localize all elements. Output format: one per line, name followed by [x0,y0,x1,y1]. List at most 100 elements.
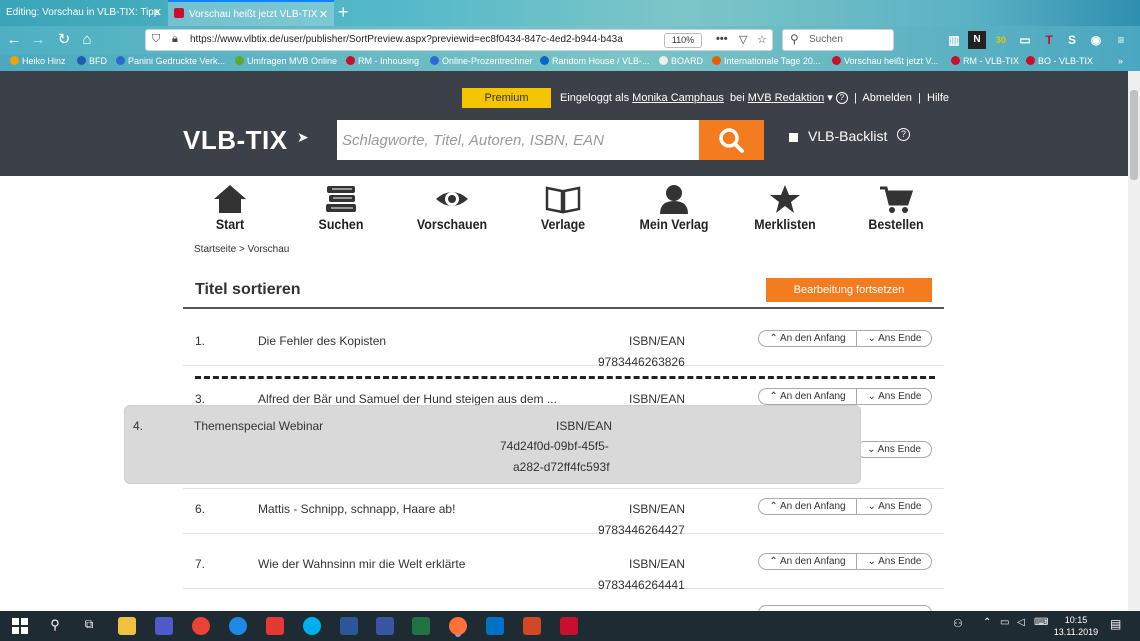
extension-t-icon[interactable]: T [1040,31,1058,49]
bookmark-item[interactable]: BOARD [659,56,703,66]
url-text[interactable]: https://www.vlbtix.de/user/publisher/Sor… [190,34,635,45]
teams-icon[interactable] [155,617,173,635]
windows-start-icon[interactable] [11,617,29,635]
edge-icon[interactable] [229,617,247,635]
bookmark-star-icon[interactable]: ☆ [757,33,767,46]
pocket-icon[interactable]: ▽ [739,33,747,46]
nav-merklisten[interactable]: Merklisten [730,184,840,232]
site-logo[interactable]: VLB-TIX [183,125,288,156]
keyboard-icon[interactable]: ⌨ [1034,617,1052,635]
browser-tab[interactable]: Editing: Vorschau in VLB-TIX: Tipp ✕ [0,0,168,26]
bookmark-item[interactable]: RM - Inhousing [346,56,419,66]
network-icon[interactable]: ▭ [1000,617,1018,635]
more-icon[interactable]: ••• [716,33,728,45]
browser-search-input[interactable]: ⚲ Suchen [782,29,894,51]
volume-icon[interactable]: ◁ [1017,617,1035,635]
extension-n-icon[interactable]: N [968,31,986,49]
help-circle-icon[interactable]: ? [835,92,848,104]
move-to-start-button[interactable]: ⌃ An den Anfang [759,331,857,346]
move-to-end-button[interactable]: ⌄ Ans Ende [857,554,932,569]
word-icon[interactable] [340,617,358,635]
bookmark-item[interactable]: Random House / VLB-... [540,56,650,66]
skype-icon[interactable] [303,617,321,635]
extension-s-icon[interactable]: S [1063,31,1081,49]
move-to-end-button[interactable]: ⌄ Ans Ende [857,389,932,404]
bookmark-item[interactable]: Umfragen MVB Online [235,56,337,66]
premium-badge[interactable]: Premium [462,88,551,108]
bookmark-item[interactable]: BO - VLB-TIX [1026,56,1093,66]
help-link[interactable]: Hilfe [927,92,949,104]
task-view-icon[interactable]: ⧉ [80,617,98,635]
nav-suchen[interactable]: Suchen [286,184,396,232]
row-number: 4. [133,419,144,433]
table-row[interactable]: 7. Wie der Wahnsinn mir die Welt erklärt… [183,533,944,592]
app-icon[interactable] [266,617,284,635]
nav-start[interactable]: Start [175,184,285,232]
new-tab-icon[interactable]: + [338,2,349,23]
chevron-up-icon[interactable]: ⌃ [983,617,1001,635]
excel-icon[interactable] [412,617,430,635]
bookmark-item[interactable]: Internationale Tage 20... [712,56,820,66]
org-link[interactable]: MVB Redaktion [748,92,824,104]
bookmark-item[interactable]: BFD [77,56,107,66]
address-bar[interactable]: ⛉ 🔒︎ https://www.vlbtix.de/user/publishe… [145,29,773,51]
breadcrumb[interactable]: Startseite > Vorschau [194,244,289,255]
help-circle-icon[interactable]: ? [897,128,910,141]
user-link[interactable]: Monika Camphaus [632,92,724,104]
row-number: 3. [195,392,206,406]
search-icon[interactable]: ⚲ [46,617,64,635]
back-icon[interactable]: ← [4,30,24,50]
site-search-input[interactable]: Schlagworte, Titel, Autoren, ISBN, EAN [337,120,699,160]
outlook-icon[interactable] [486,617,504,635]
dropdown-arrow-icon[interactable]: ▾ [827,92,833,104]
move-to-end-button[interactable]: ⌄ Ans Ende [857,442,931,457]
move-to-start-button[interactable]: ⌃ An den Anfang [759,554,857,569]
nav-bestellen[interactable]: Bestellen [841,184,951,232]
table-row[interactable]: 6. Mattis - Schnipp, schnapp, Haare ab! … [183,478,944,537]
backlist-checkbox[interactable] [789,133,798,142]
system-clock[interactable]: 10:15 13.11.2019 [1052,614,1100,638]
people-icon[interactable]: ⚇ [953,617,971,635]
acrobat-icon[interactable] [560,617,578,635]
dragged-row[interactable]: 4. Themenspecial Webinar ISBN/EAN 74d24f… [124,405,861,484]
bookmarks-overflow-icon[interactable]: » [1118,56,1123,66]
shield-icon[interactable]: ⛉ [152,33,160,46]
item-id-line: a282-d72ff4fc593f [513,460,610,474]
library-icon[interactable]: ▥ [945,31,963,49]
sidebar-icon[interactable]: ▭ [1016,31,1034,49]
bookmark-item[interactable]: RM - VLB-TIX [951,56,1019,66]
zoom-indicator[interactable]: 110% [664,33,702,48]
close-icon[interactable]: ✕ [319,2,328,26]
reload-icon[interactable]: ↻ [54,30,74,50]
browser-tab-active[interactable]: Vorschau heißt jetzt VLB-TIX ✕ [168,0,334,26]
move-to-start-button[interactable]: ⌃ An den Anfang [759,389,857,404]
table-row[interactable]: 1. Die Fehler des Kopisten ISBN/EAN 9783… [183,310,944,369]
bookmark-item[interactable]: Online-Prozentrechner [430,56,533,66]
firefox-icon[interactable] [449,617,467,635]
close-icon[interactable]: ✕ [153,0,162,26]
visio-icon[interactable] [376,617,394,635]
powerpoint-icon[interactable] [523,617,541,635]
move-to-start-button[interactable]: ⌃ An den Anfang [759,499,857,514]
scrollbar-thumb[interactable] [1130,90,1138,180]
move-to-end-button[interactable]: ⌄ Ans Ende [857,331,932,346]
forward-icon[interactable]: → [28,30,48,50]
bookmark-item[interactable]: Panini Gedruckte Verk... [116,56,225,66]
bookmark-item[interactable]: Vorschau heißt jetzt V... [832,56,938,66]
nav-vorschauen[interactable]: Vorschauen [397,184,507,232]
chrome-icon[interactable] [192,617,210,635]
file-explorer-icon[interactable] [118,617,136,635]
nav-mein-verlag[interactable]: Mein Verlag [619,184,729,232]
logout-link[interactable]: Abmelden [862,92,912,104]
extension-icon[interactable]: 30 [992,31,1010,49]
home-icon[interactable]: ⌂ [77,30,97,50]
continue-editing-button[interactable]: Bearbeitung fortsetzen [766,278,932,302]
menu-icon[interactable]: ≡ [1112,31,1130,49]
bookmark-item[interactable]: Heiko Hinz [10,56,66,66]
nav-verlage[interactable]: Verlage [508,184,618,232]
lock-icon[interactable]: 🔒︎ [172,33,178,46]
notifications-icon[interactable]: ▤ [1110,617,1128,635]
account-icon[interactable]: ◉ [1087,31,1105,49]
search-button[interactable] [699,120,764,160]
move-to-end-button[interactable]: ⌄ Ans Ende [857,499,932,514]
